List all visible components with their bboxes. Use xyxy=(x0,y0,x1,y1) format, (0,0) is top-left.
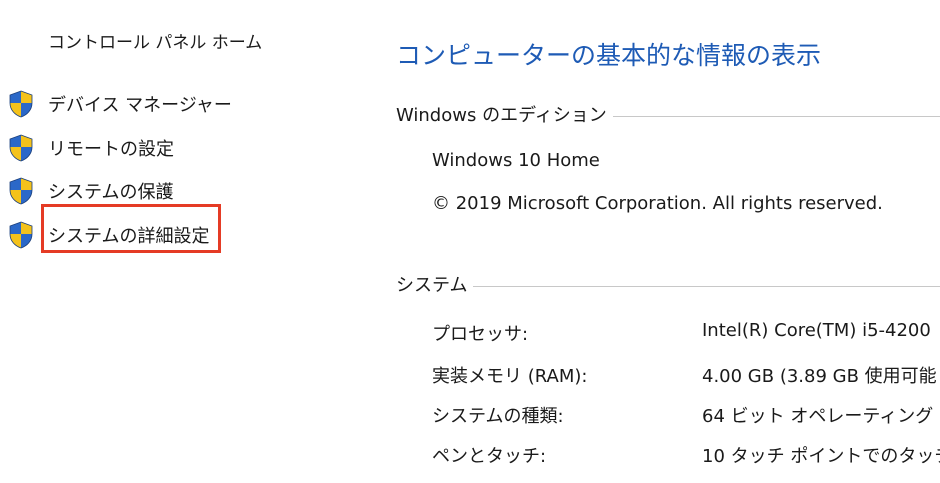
edition-copyright: © 2019 Microsoft Corporation. All rights… xyxy=(432,193,883,214)
main-content: コンピューターの基本的な情報の表示 Windows のエディション Window… xyxy=(396,0,940,483)
system-row-pen-touch: ペンとタッチ: 10 タッチ ポイントでのタッチの xyxy=(432,442,940,470)
system-row-key: ペンとタッチ: xyxy=(432,446,547,467)
uac-shield-icon xyxy=(9,90,33,118)
uac-shield-icon xyxy=(9,221,33,249)
sidebar-link-label: システムの詳細設定 xyxy=(48,226,210,247)
sidebar-link-label: システムの保護 xyxy=(48,182,174,203)
sidebar-link-system-protection[interactable]: システムの保護 xyxy=(8,176,173,206)
system-row-processor: プロセッサ: Intel(R) Core(TM) i5-4200 xyxy=(432,320,940,348)
system-row-value: 4.00 GB (3.89 GB 使用可能 xyxy=(702,366,937,387)
sidebar-link-device-manager[interactable]: デバイス マネージャー xyxy=(8,89,232,119)
system-row-key: 実装メモリ (RAM): xyxy=(432,366,588,387)
section-header-text: システム xyxy=(396,275,468,296)
system-row-value: 64 ビット オペレーティング シス xyxy=(702,406,940,427)
system-row-ram: 実装メモリ (RAM): 4.00 GB (3.89 GB 使用可能 xyxy=(432,362,940,390)
uac-shield-icon xyxy=(9,134,33,162)
edition-name: Windows 10 Home xyxy=(432,150,600,171)
sidebar-link-label: デバイス マネージャー xyxy=(48,95,232,116)
system-row-value: Intel(R) Core(TM) i5-4200 xyxy=(702,320,931,341)
sidebar: コントロール パネル ホーム デバイス マネージャー リモートの設定 システムの… xyxy=(0,0,360,483)
system-row-system-type: システムの種類: 64 ビット オペレーティング シス xyxy=(432,402,940,430)
sidebar-link-label: リモートの設定 xyxy=(48,139,174,160)
system-row-key: システムの種類: xyxy=(432,406,564,427)
sidebar-link-advanced-system-settings[interactable]: システムの詳細設定 xyxy=(8,220,209,250)
control-panel-home-link[interactable]: コントロール パネル ホーム xyxy=(48,28,262,53)
system-row-key: プロセッサ: xyxy=(432,324,529,345)
section-divider xyxy=(612,115,940,117)
section-header-text: Windows のエディション xyxy=(396,105,607,126)
section-divider xyxy=(473,285,940,287)
section-header-windows-edition: Windows のエディション xyxy=(396,101,940,127)
uac-shield-icon xyxy=(9,177,33,205)
system-row-value: 10 タッチ ポイントでのタッチの xyxy=(702,446,940,467)
section-header-system: システム xyxy=(396,271,940,297)
page-title: コンピューターの基本的な情報の表示 xyxy=(396,41,822,70)
sidebar-link-remote-settings[interactable]: リモートの設定 xyxy=(8,133,174,163)
